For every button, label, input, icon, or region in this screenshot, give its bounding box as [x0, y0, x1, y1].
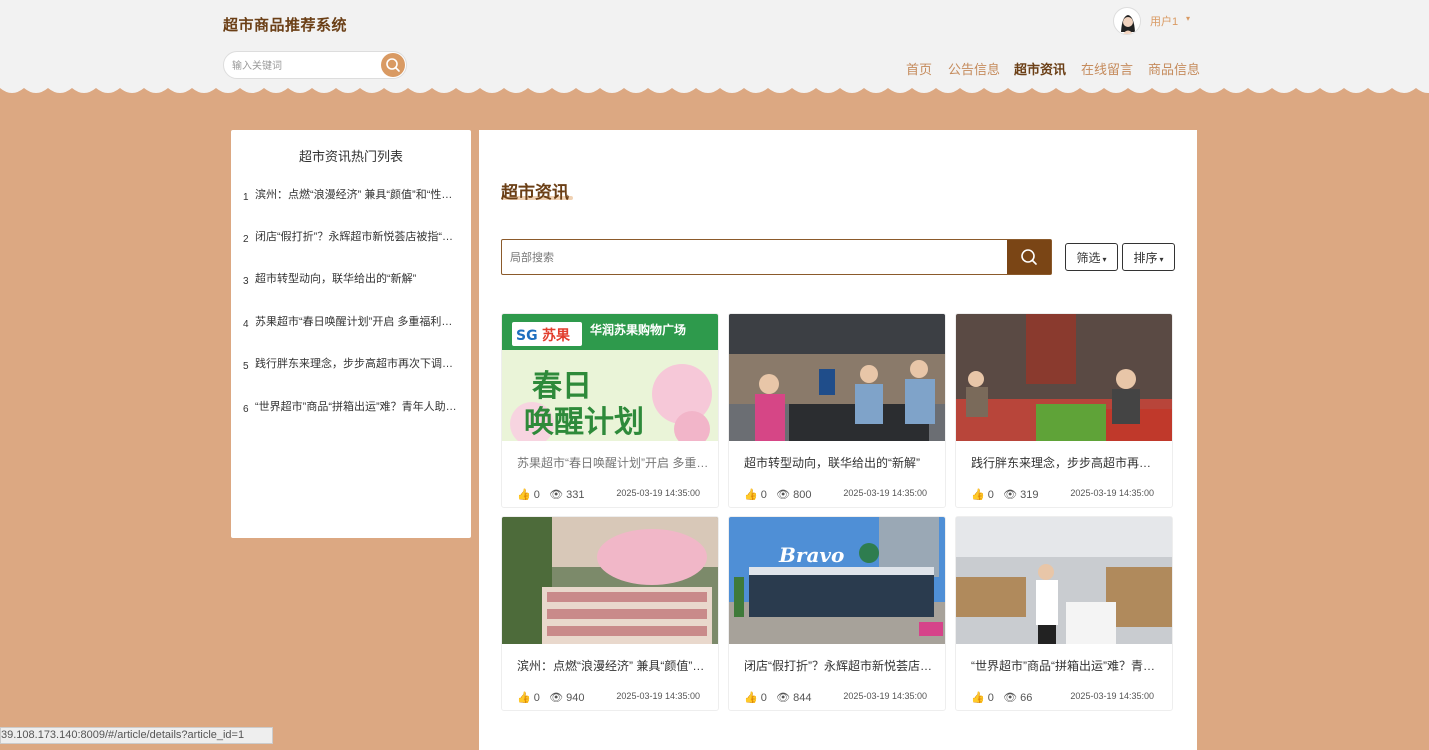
news-card-date: 2025-03-19 14:35:00	[616, 691, 700, 701]
site-title: 超市商品推荐系统	[223, 17, 348, 34]
thumbs-up-icon[interactable]: 👍	[971, 692, 985, 704]
banner-mall: 华润苏果购物广场	[590, 322, 686, 337]
eye-icon: 👁	[776, 489, 791, 501]
news-card-stats: 👍 0 👁 319	[971, 489, 1039, 501]
hot-list-item[interactable]: 3 超市转型动向，联华给出的“新解”	[243, 270, 463, 287]
banner-brand: 苏果	[542, 327, 571, 344]
filter-dropdown[interactable]: 筛选 ▾	[1065, 243, 1118, 271]
news-card[interactable]: 滨州：点燃“浪漫经济” 兼具“颜值”和“性价比”的鲜花走俏 👍 0 👁 940 …	[501, 516, 719, 711]
svg-text:Bravo: Bravo	[778, 543, 844, 567]
banner-line2: 唤醒计划	[524, 405, 644, 440]
eye-icon: 👁	[549, 692, 564, 704]
news-card-date: 2025-03-19 14:35:00	[1070, 691, 1154, 701]
eye-icon: 👁	[1003, 489, 1018, 501]
global-search-input[interactable]	[230, 57, 374, 75]
search-icon	[386, 58, 400, 72]
top-header: 超市商品推荐系统 用户1 ▾ 首页 公告信息 超市资讯 在线留言 商品信息	[0, 0, 1429, 88]
news-card-date: 2025-03-19 14:35:00	[843, 488, 927, 498]
wave-divider	[0, 84, 1429, 93]
news-card-date: 2025-03-19 14:35:00	[616, 488, 700, 498]
local-search-input[interactable]	[508, 249, 992, 267]
eye-icon: 👁	[1003, 692, 1018, 704]
news-card-stats: 👍 0 👁 331	[517, 489, 585, 501]
news-card-stats: 👍 0 👁 800	[744, 489, 812, 501]
eye-icon: 👁	[776, 692, 791, 704]
news-card[interactable]: SG 苏果 华润苏果购物广场 春日 唤醒计划 苏果超市“春日唤醒计划”开启 多重…	[501, 313, 719, 508]
sort-dropdown[interactable]: 排序 ▾	[1122, 243, 1175, 271]
chevron-down-icon: ▾	[1102, 255, 1107, 264]
thumbs-up-icon[interactable]: 👍	[517, 489, 531, 501]
user-name[interactable]: 用户1	[1150, 13, 1178, 29]
browser-status-url: 39.108.173.140:8009/#/article/details?ar…	[0, 727, 273, 744]
chevron-down-icon: ▾	[1159, 255, 1164, 264]
news-card-stats: 👍 0 👁 66	[971, 692, 1033, 704]
news-card-stats: 👍 0 👁 844	[744, 692, 812, 704]
hot-list-item[interactable]: 5 践行胖东来理念，步步高超市再次下调商品价格	[243, 355, 463, 372]
news-main-panel: 超市资讯 筛选▾ 排序▾ SG 苏果 华润苏果购物广场	[479, 130, 1197, 750]
news-card-stats: 👍 0 👁 940	[517, 692, 585, 704]
news-card-date: 2025-03-19 14:35:00	[843, 691, 927, 701]
thumbs-up-icon[interactable]: 👍	[744, 692, 758, 704]
hot-list-item[interactable]: 2闭店“假打折”？永辉超市新悦荟店被指“以次充好”	[243, 228, 463, 245]
nav-products[interactable]: 商品信息	[1148, 59, 1200, 78]
local-search[interactable]	[501, 239, 1052, 275]
news-card-image: SG 苏果 华润苏果购物广场 春日 唤醒计划	[502, 314, 718, 441]
page-title: 超市资讯	[501, 183, 569, 202]
news-card-image	[729, 314, 945, 441]
thumbs-up-icon[interactable]: 👍	[517, 692, 531, 704]
news-card-title[interactable]: 践行胖东来理念，步步高超市再次下调商品价格	[971, 454, 1163, 471]
nav-home[interactable]: 首页	[906, 59, 932, 78]
thumbs-up-icon[interactable]: 👍	[971, 489, 985, 501]
news-card-title[interactable]: 超市转型动向，联华给出的“新解”	[744, 454, 936, 471]
svg-text:SG: SG	[516, 328, 538, 344]
hot-list-title: 超市资讯热门列表	[298, 149, 403, 164]
news-card-title[interactable]: 闭店“假打折”？永辉超市新悦荟店被指“以次充好”	[744, 657, 936, 674]
news-card-title[interactable]: 滨州：点燃“浪漫经济” 兼具“颜值”和“性价比”的鲜花走俏	[517, 657, 709, 674]
hot-list-panel: 超市资讯热门列表 1滨州：点燃“浪漫经济” 兼具“颜值”和“性价比”的鲜花走俏 …	[231, 130, 471, 538]
nav-news[interactable]: 超市资讯	[1014, 59, 1066, 78]
news-card-image	[956, 517, 1172, 644]
news-card-image	[502, 517, 718, 644]
news-card[interactable]: Bravo 闭店“假打折”？永辉超市新悦荟店被指“以次充好” 👍 0 👁 844…	[728, 516, 946, 711]
banner-line1: 春日	[532, 369, 592, 404]
news-card[interactable]: 践行胖东来理念，步步高超市再次下调商品价格 👍 0 👁 319 2025-03-…	[955, 313, 1173, 508]
news-card[interactable]: 超市转型动向，联华给出的“新解” 👍 0 👁 800 2025-03-19 14…	[728, 313, 946, 508]
news-card-title[interactable]: 苏果超市“春日唤醒计划”开启 多重福利等你来	[517, 454, 709, 471]
avatar-icon	[1115, 9, 1140, 34]
user-avatar[interactable]	[1113, 7, 1141, 35]
nav-notices[interactable]: 公告信息	[948, 59, 1000, 78]
hot-list-item[interactable]: 1滨州：点燃“浪漫经济” 兼具“颜值”和“性价比”的鲜花走俏	[243, 186, 463, 203]
hot-list-item[interactable]: 6 “世界超市”商品“拼箱出运”难？青年人助力破解	[243, 398, 463, 415]
nav-messages[interactable]: 在线留言	[1081, 59, 1133, 78]
local-search-button[interactable]	[1007, 240, 1051, 274]
news-card-title[interactable]: “世界超市”商品“拼箱出运”难？青年人助力破解	[971, 657, 1163, 674]
news-card-image	[956, 314, 1172, 441]
news-card[interactable]: “世界超市”商品“拼箱出运”难？青年人助力破解 👍 0 👁 66 2025-03…	[955, 516, 1173, 711]
global-search-button[interactable]	[381, 53, 405, 77]
eye-icon: 👁	[549, 489, 564, 501]
news-card-date: 2025-03-19 14:35:00	[1070, 488, 1154, 498]
global-search[interactable]	[223, 51, 407, 79]
news-card-image: Bravo	[729, 517, 945, 644]
thumbs-up-icon[interactable]: 👍	[744, 489, 758, 501]
hot-list-item[interactable]: 4 苏果超市“春日唤醒计划”开启 多重福利等你来	[243, 313, 463, 330]
search-icon	[1021, 249, 1037, 265]
chevron-down-icon[interactable]: ▾	[1186, 14, 1190, 23]
